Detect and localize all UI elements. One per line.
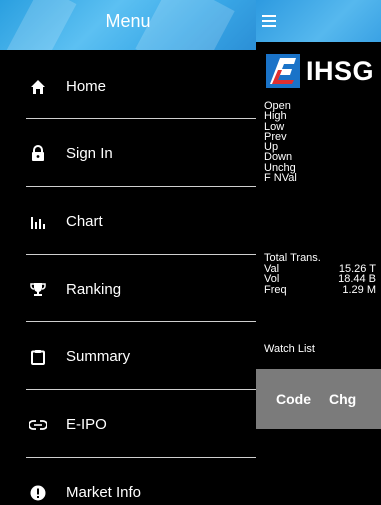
divider (26, 457, 256, 458)
drawer-header: Menu (0, 0, 256, 50)
menu-item-e-ipo[interactable]: E-IPO (0, 391, 256, 458)
menu-item-label: Chart (66, 213, 103, 230)
menu-item-label: Sign In (66, 145, 113, 162)
totals-value: 18.44 B (338, 273, 376, 285)
menu-item-summary[interactable]: Summary (0, 323, 256, 390)
total-transactions: Total Trans. Val 15.26 T Vol 18.44 B Fre… (264, 253, 376, 295)
navigation-drawer: Menu Home Sign In Chart Ranking Summary (0, 0, 256, 505)
menu-item-label: Home (66, 78, 107, 95)
menu-item-home[interactable]: Home (0, 53, 256, 120)
info-icon (26, 481, 50, 505)
menu-item-market-info[interactable]: Market Info (0, 459, 256, 505)
divider (26, 186, 256, 187)
divider (26, 254, 256, 255)
totals-row-vol: Vol 18.44 B (264, 274, 376, 285)
divider (26, 321, 256, 322)
idx-logo-icon (266, 54, 300, 88)
drawer-title: Menu (105, 11, 151, 31)
totals-title: Total Trans. (264, 252, 321, 264)
menu-item-label: Ranking (66, 281, 122, 298)
menu-item-ranking[interactable]: Ranking (0, 256, 256, 323)
stat-label-fnval: F NVal (264, 172, 297, 185)
watchlist-header: Code Chg (256, 369, 381, 429)
totals-label: Vol (264, 273, 280, 285)
totals-row-freq: Freq 1.29 M (264, 283, 376, 296)
watchlist-title: Watch List (264, 343, 315, 355)
index-stats-labels: Open High Low Prev Up Down Unchg F NVal (264, 100, 297, 185)
menu-item-label: E-IPO (66, 416, 107, 433)
menu-item-sign-in[interactable]: Sign In (0, 120, 256, 187)
index-name: IHSG (306, 55, 375, 86)
bar-chart-icon (26, 210, 50, 234)
menu-item-chart[interactable]: Chart (0, 188, 256, 255)
divider (26, 389, 256, 390)
totals-value: 1.29 M (342, 283, 376, 296)
index-brand: IHSG (266, 54, 374, 88)
hamburger-menu-icon[interactable] (262, 10, 284, 32)
trophy-icon (26, 278, 50, 302)
link-icon (26, 413, 50, 437)
menu-item-label: Summary (66, 348, 131, 365)
home-icon (26, 75, 50, 99)
divider (26, 118, 256, 119)
lock-icon (26, 142, 50, 166)
column-header-code[interactable]: Code (276, 391, 311, 407)
app-bar (256, 0, 381, 42)
menu-item-label: Market Info (66, 484, 142, 501)
clipboard-icon (26, 345, 50, 369)
column-header-chg[interactable]: Chg (329, 391, 356, 407)
totals-label: Freq (264, 283, 287, 296)
main-panel: IHSG Open High Low Prev Up Down Unchg F … (256, 0, 381, 505)
